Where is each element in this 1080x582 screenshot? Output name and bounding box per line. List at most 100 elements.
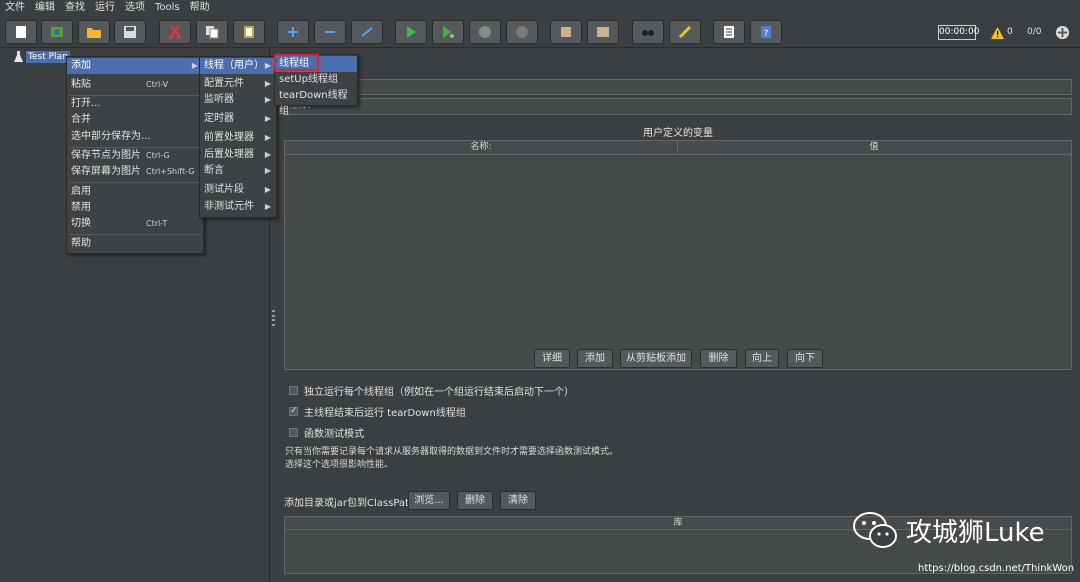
remote-icon[interactable]: [1055, 25, 1070, 40]
menu-separator: [69, 234, 201, 235]
reset-search-button[interactable]: [669, 20, 701, 44]
toggle-icon: [361, 27, 373, 37]
classpath-delete-button[interactable]: 删除: [457, 491, 493, 510]
menu-item-toggle[interactable]: 切换 Ctrl-T: [67, 216, 203, 232]
detail-button[interactable]: 详细: [534, 349, 570, 368]
classpath-clear-button[interactable]: 清除: [500, 491, 536, 510]
menu-item-label: 粘贴: [71, 79, 91, 90]
menu-item-disable[interactable]: 禁用: [67, 200, 203, 216]
menu-edit[interactable]: 编辑: [30, 0, 60, 16]
tree-node-test-plan[interactable]: Test Plan: [14, 50, 70, 63]
warning-icon[interactable]: [991, 27, 1004, 39]
menu-help[interactable]: 帮助: [185, 0, 215, 16]
menu-item-label: 断言: [204, 165, 224, 176]
column-name-header[interactable]: 名称:: [285, 141, 678, 154]
templates-button[interactable]: [41, 20, 73, 44]
menu-item-label: 添加: [71, 60, 91, 71]
functional-info-line1: 只有当你需要记录每个请求从服务器取得的数据到文件时才需要选择函数测试模式。: [285, 447, 619, 457]
submenu-item-non-test[interactable]: 非测试元件 ▶: [200, 199, 276, 215]
submenu-item-assertion[interactable]: 断言 ▶: [200, 163, 276, 179]
menu-options[interactable]: 选项: [120, 0, 150, 16]
warning-count: 0: [1007, 27, 1013, 37]
checkbox-box[interactable]: [289, 386, 298, 395]
menu-item-open[interactable]: 打开...: [67, 96, 203, 112]
tree-node-label: Test Plan: [26, 50, 70, 63]
menu-item-add[interactable]: 添加 ▶: [67, 58, 203, 74]
submenu-item-timer[interactable]: 定时器 ▶: [200, 111, 276, 127]
flask-icon: [14, 51, 23, 62]
teardown-checkbox[interactable]: ✓ 主线程结束后运行 tearDown线程组: [289, 404, 466, 419]
search-button[interactable]: [632, 20, 664, 44]
menu-item-label: 配置元件: [204, 78, 244, 89]
browse-button[interactable]: 浏览...: [408, 491, 450, 510]
submenu-item-preprocessor[interactable]: 前置处理器 ▶: [200, 130, 276, 146]
udv-table[interactable]: 名称: 值: [284, 140, 1072, 370]
menu-item-help[interactable]: 帮助: [67, 236, 203, 252]
submenu-item-threads[interactable]: 线程（用户） ▶: [200, 58, 276, 74]
menu-item-paste[interactable]: 粘贴 Ctrl-V: [67, 77, 203, 93]
menu-item-enable[interactable]: 启用: [67, 184, 203, 200]
delete-button[interactable]: 删除: [700, 349, 737, 368]
menu-item-label: 保存屏幕为图片: [71, 166, 141, 177]
copy-icon: [206, 26, 219, 39]
stop-button[interactable]: [469, 20, 501, 44]
broom-icon: [678, 25, 692, 39]
new-icon: [16, 26, 26, 38]
menu-item-label: 启用: [71, 186, 91, 197]
functional-label: 函数测试模式: [304, 429, 364, 440]
cut-button[interactable]: [159, 20, 191, 44]
submenu-item-setup-thread-group[interactable]: setUp线程组: [275, 72, 357, 88]
submenu-arrow-icon: ▶: [264, 79, 271, 88]
checkbox-box-checked[interactable]: ✓: [289, 407, 298, 416]
serialize-threadgroups-checkbox[interactable]: 独立运行每个线程组（例如在一个组运行结束后启动下一个）: [289, 383, 574, 398]
menu-item-label: 监听器: [204, 94, 234, 105]
submenu-item-test-fragment[interactable]: 测试片段 ▶: [200, 182, 276, 198]
menu-item-merge[interactable]: 合并: [67, 112, 203, 128]
move-up-button[interactable]: 向上: [745, 349, 779, 368]
submenu-arrow-icon: ▶: [191, 61, 198, 70]
menu-item-save-node-image[interactable]: 保存节点为图片 Ctrl-G: [67, 148, 203, 164]
function-helper-button[interactable]: [713, 20, 745, 44]
submenu-item-postprocessor[interactable]: 后置处理器 ▶: [200, 147, 276, 163]
copy-button[interactable]: [196, 20, 228, 44]
clear-all-button[interactable]: [587, 20, 619, 44]
toggle-button[interactable]: [351, 20, 383, 44]
open-button[interactable]: [78, 20, 110, 44]
checkbox-box[interactable]: [289, 428, 298, 437]
list-icon: [724, 26, 734, 38]
paste-button[interactable]: [233, 20, 265, 44]
submenu-item-listener[interactable]: 监听器 ▶: [200, 92, 276, 108]
start-no-pause-button[interactable]: [432, 20, 464, 44]
shutdown-button[interactable]: [506, 20, 538, 44]
plus-icon: [288, 27, 298, 37]
comment-field[interactable]: 注释：: [284, 98, 1072, 115]
menu-file[interactable]: 文件: [0, 0, 30, 16]
menu-bar: 文件 编辑 查找 运行 选项 Tools 帮助: [0, 0, 1080, 16]
udv-title: 用户定义的变量: [643, 128, 713, 139]
menu-item-save-selection[interactable]: 选中部分保存为...: [67, 129, 203, 145]
new-button[interactable]: [5, 20, 37, 44]
menu-tools[interactable]: Tools: [150, 0, 185, 16]
help-button[interactable]: ?: [750, 20, 782, 44]
serialize-label: 独立运行每个线程组（例如在一个组运行结束后启动下一个）: [304, 387, 574, 398]
udv-table-header: 名称: 值: [285, 141, 1071, 155]
functional-mode-checkbox[interactable]: 函数测试模式: [289, 425, 364, 440]
add-from-clipboard-button[interactable]: 从剪贴板添加: [620, 349, 692, 368]
submenu-item-teardown-thread-group[interactable]: tearDown线程组: [275, 88, 357, 117]
start-button[interactable]: [395, 20, 427, 44]
expand-button[interactable]: [277, 20, 309, 44]
menu-item-label: 线程（用户）: [204, 60, 264, 71]
submenu-item-config[interactable]: 配置元件 ▶: [200, 76, 276, 92]
move-down-button[interactable]: 向下: [787, 349, 823, 368]
menu-search[interactable]: 查找: [60, 0, 90, 16]
menu-run[interactable]: 运行: [90, 0, 120, 16]
clear-button[interactable]: [550, 20, 582, 44]
help-icon: ?: [761, 26, 771, 39]
name-field[interactable]: n: [284, 79, 1072, 95]
collapse-button[interactable]: [314, 20, 346, 44]
column-value-header[interactable]: 值: [677, 141, 1071, 154]
add-button[interactable]: 添加: [577, 349, 613, 368]
menu-item-save-screen-image[interactable]: 保存屏幕为图片 Ctrl+Shift-G: [67, 164, 203, 180]
submenu-arrow-icon: ▶: [264, 133, 271, 142]
save-button[interactable]: [114, 20, 146, 44]
